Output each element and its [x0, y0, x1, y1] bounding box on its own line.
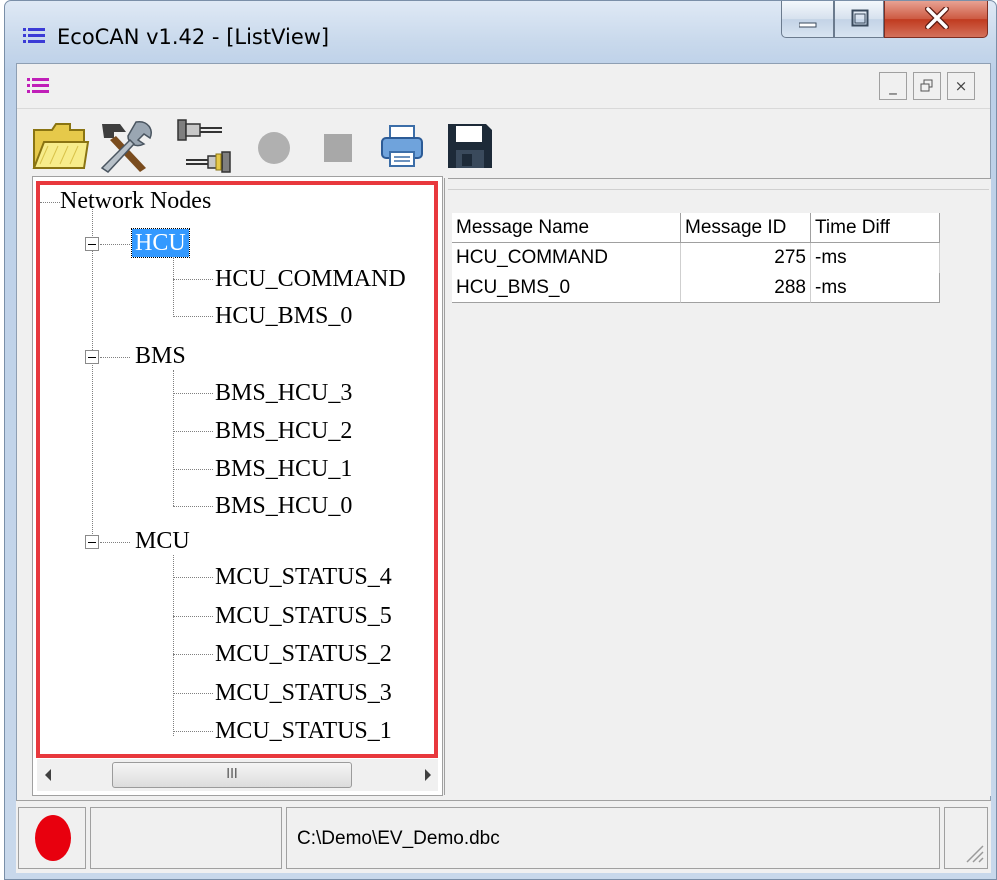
- tree-connector: [173, 370, 174, 506]
- size-grip[interactable]: [944, 807, 988, 869]
- table-row-diff[interactable]: -ms: [811, 243, 940, 273]
- window-minimize-button[interactable]: [781, 1, 834, 38]
- tree-connector: [173, 654, 213, 655]
- tree-connector: [173, 616, 213, 617]
- open-folder-icon[interactable]: [30, 120, 90, 172]
- status-pane-indicator: [18, 807, 86, 869]
- restore-icon: [920, 79, 933, 92]
- table-row-name[interactable]: HCU_BMS_0: [452, 273, 681, 303]
- collapse-toggle-mcu[interactable]: [85, 535, 99, 549]
- tree-connector: [173, 469, 213, 470]
- tree-leaf-mcu-status-4[interactable]: MCU_STATUS_4: [215, 563, 392, 591]
- list-icon: [27, 78, 49, 93]
- window-maximize-button[interactable]: [834, 1, 884, 38]
- tree-connector: [173, 279, 213, 280]
- tree-node-mcu[interactable]: MCU: [135, 527, 190, 555]
- tree-horizontal-scrollbar[interactable]: III: [37, 759, 438, 791]
- maximize-icon: [851, 9, 869, 27]
- network-tree[interactable]: Network Nodes HCU HCU_COMMAND HCU_BMS_0 …: [36, 181, 438, 758]
- tree-connector: [173, 431, 213, 432]
- mdi-close-button[interactable]: ×: [947, 72, 975, 100]
- tree-leaf-mcu-status-3[interactable]: MCU_STATUS_3: [215, 679, 392, 707]
- status-pane-file: C:\Demo\EV_Demo.dbc: [286, 807, 940, 869]
- tree-connector: [173, 316, 213, 317]
- column-header-message-name[interactable]: Message Name: [452, 213, 681, 243]
- print-icon[interactable]: [380, 124, 426, 168]
- tree-leaf-hcu-command[interactable]: HCU_COMMAND: [215, 265, 406, 293]
- app-window: EcoCAN v1.42 - [ListView] _ × Network No…: [4, 0, 997, 880]
- table-row-id[interactable]: 288: [681, 273, 811, 303]
- column-header-time-diff[interactable]: Time Diff: [811, 213, 940, 243]
- scrollbar-grip: III: [226, 767, 238, 782]
- status-bar: C:\Demo\EV_Demo.dbc: [16, 800, 991, 873]
- record-icon[interactable]: [256, 130, 292, 166]
- connect-icon[interactable]: [170, 116, 240, 176]
- scrollbar-thumb[interactable]: III: [112, 762, 352, 788]
- tree-connector: [100, 244, 130, 245]
- status-indicator-icon: [35, 815, 71, 861]
- tools-icon[interactable]: [92, 118, 158, 174]
- tree-connector: [173, 393, 213, 394]
- tree-connector: [173, 555, 174, 736]
- tree-leaf-bms-hcu-2[interactable]: BMS_HCU_2: [215, 417, 352, 445]
- stop-icon[interactable]: [322, 132, 354, 164]
- tree-leaf-hcu-bms-0[interactable]: HCU_BMS_0: [215, 302, 352, 330]
- scroll-left-arrow-icon[interactable]: [43, 768, 53, 782]
- table-row-diff[interactable]: -ms: [811, 273, 940, 303]
- tree-leaf-bms-hcu-3[interactable]: BMS_HCU_3: [215, 379, 352, 407]
- tree-leaf-bms-hcu-0[interactable]: BMS_HCU_0: [215, 492, 352, 520]
- column-header-message-id[interactable]: Message ID: [681, 213, 811, 243]
- toolbar: [17, 109, 990, 175]
- tree-connector: [173, 577, 213, 578]
- tree-leaf-bms-hcu-1[interactable]: BMS_HCU_1: [215, 455, 352, 483]
- tree-root-label[interactable]: Network Nodes: [60, 187, 211, 215]
- mdi-restore-button[interactable]: [913, 72, 941, 100]
- close-icon: [925, 7, 949, 29]
- window-close-button[interactable]: [884, 1, 988, 38]
- tree-connector: [173, 731, 213, 732]
- table-row-name[interactable]: HCU_COMMAND: [452, 243, 681, 273]
- save-icon[interactable]: [446, 122, 494, 170]
- tree-leaf-mcu-status-5[interactable]: MCU_STATUS_5: [215, 602, 392, 630]
- tree-connector: [40, 202, 60, 203]
- tree-node-bms[interactable]: BMS: [135, 342, 186, 370]
- message-list-view: Message Name Message ID Time Diff HCU_CO…: [448, 178, 991, 796]
- mdi-child-bar: _ ×: [17, 64, 990, 109]
- list-icon: [23, 28, 45, 43]
- tree-leaf-mcu-status-2[interactable]: MCU_STATUS_2: [215, 640, 392, 668]
- mdi-minimize-button[interactable]: _: [879, 72, 907, 100]
- collapse-toggle-bms[interactable]: [85, 350, 99, 364]
- scroll-right-arrow-icon[interactable]: [423, 768, 433, 782]
- table-row-id[interactable]: 275: [681, 243, 811, 273]
- status-file-path: C:\Demo\EV_Demo.dbc: [297, 828, 500, 849]
- tree-connector: [92, 207, 93, 542]
- list-client: Message Name Message ID Time Diff HCU_CO…: [448, 189, 989, 796]
- tree-connector: [173, 693, 213, 694]
- tree-leaf-mcu-status-1[interactable]: MCU_STATUS_1: [215, 717, 392, 745]
- window-title: EcoCAN v1.42 - [ListView]: [57, 25, 330, 49]
- tree-node-hcu[interactable]: HCU: [131, 228, 190, 258]
- tree-connector: [100, 357, 130, 358]
- tree-connector: [100, 542, 130, 543]
- status-pane-empty: [90, 807, 282, 869]
- size-grip-icon[interactable]: [963, 842, 985, 864]
- minimize-icon: [799, 22, 817, 28]
- collapse-toggle-hcu[interactable]: [85, 237, 99, 251]
- tree-connector: [173, 257, 174, 317]
- tree-connector: [173, 506, 213, 507]
